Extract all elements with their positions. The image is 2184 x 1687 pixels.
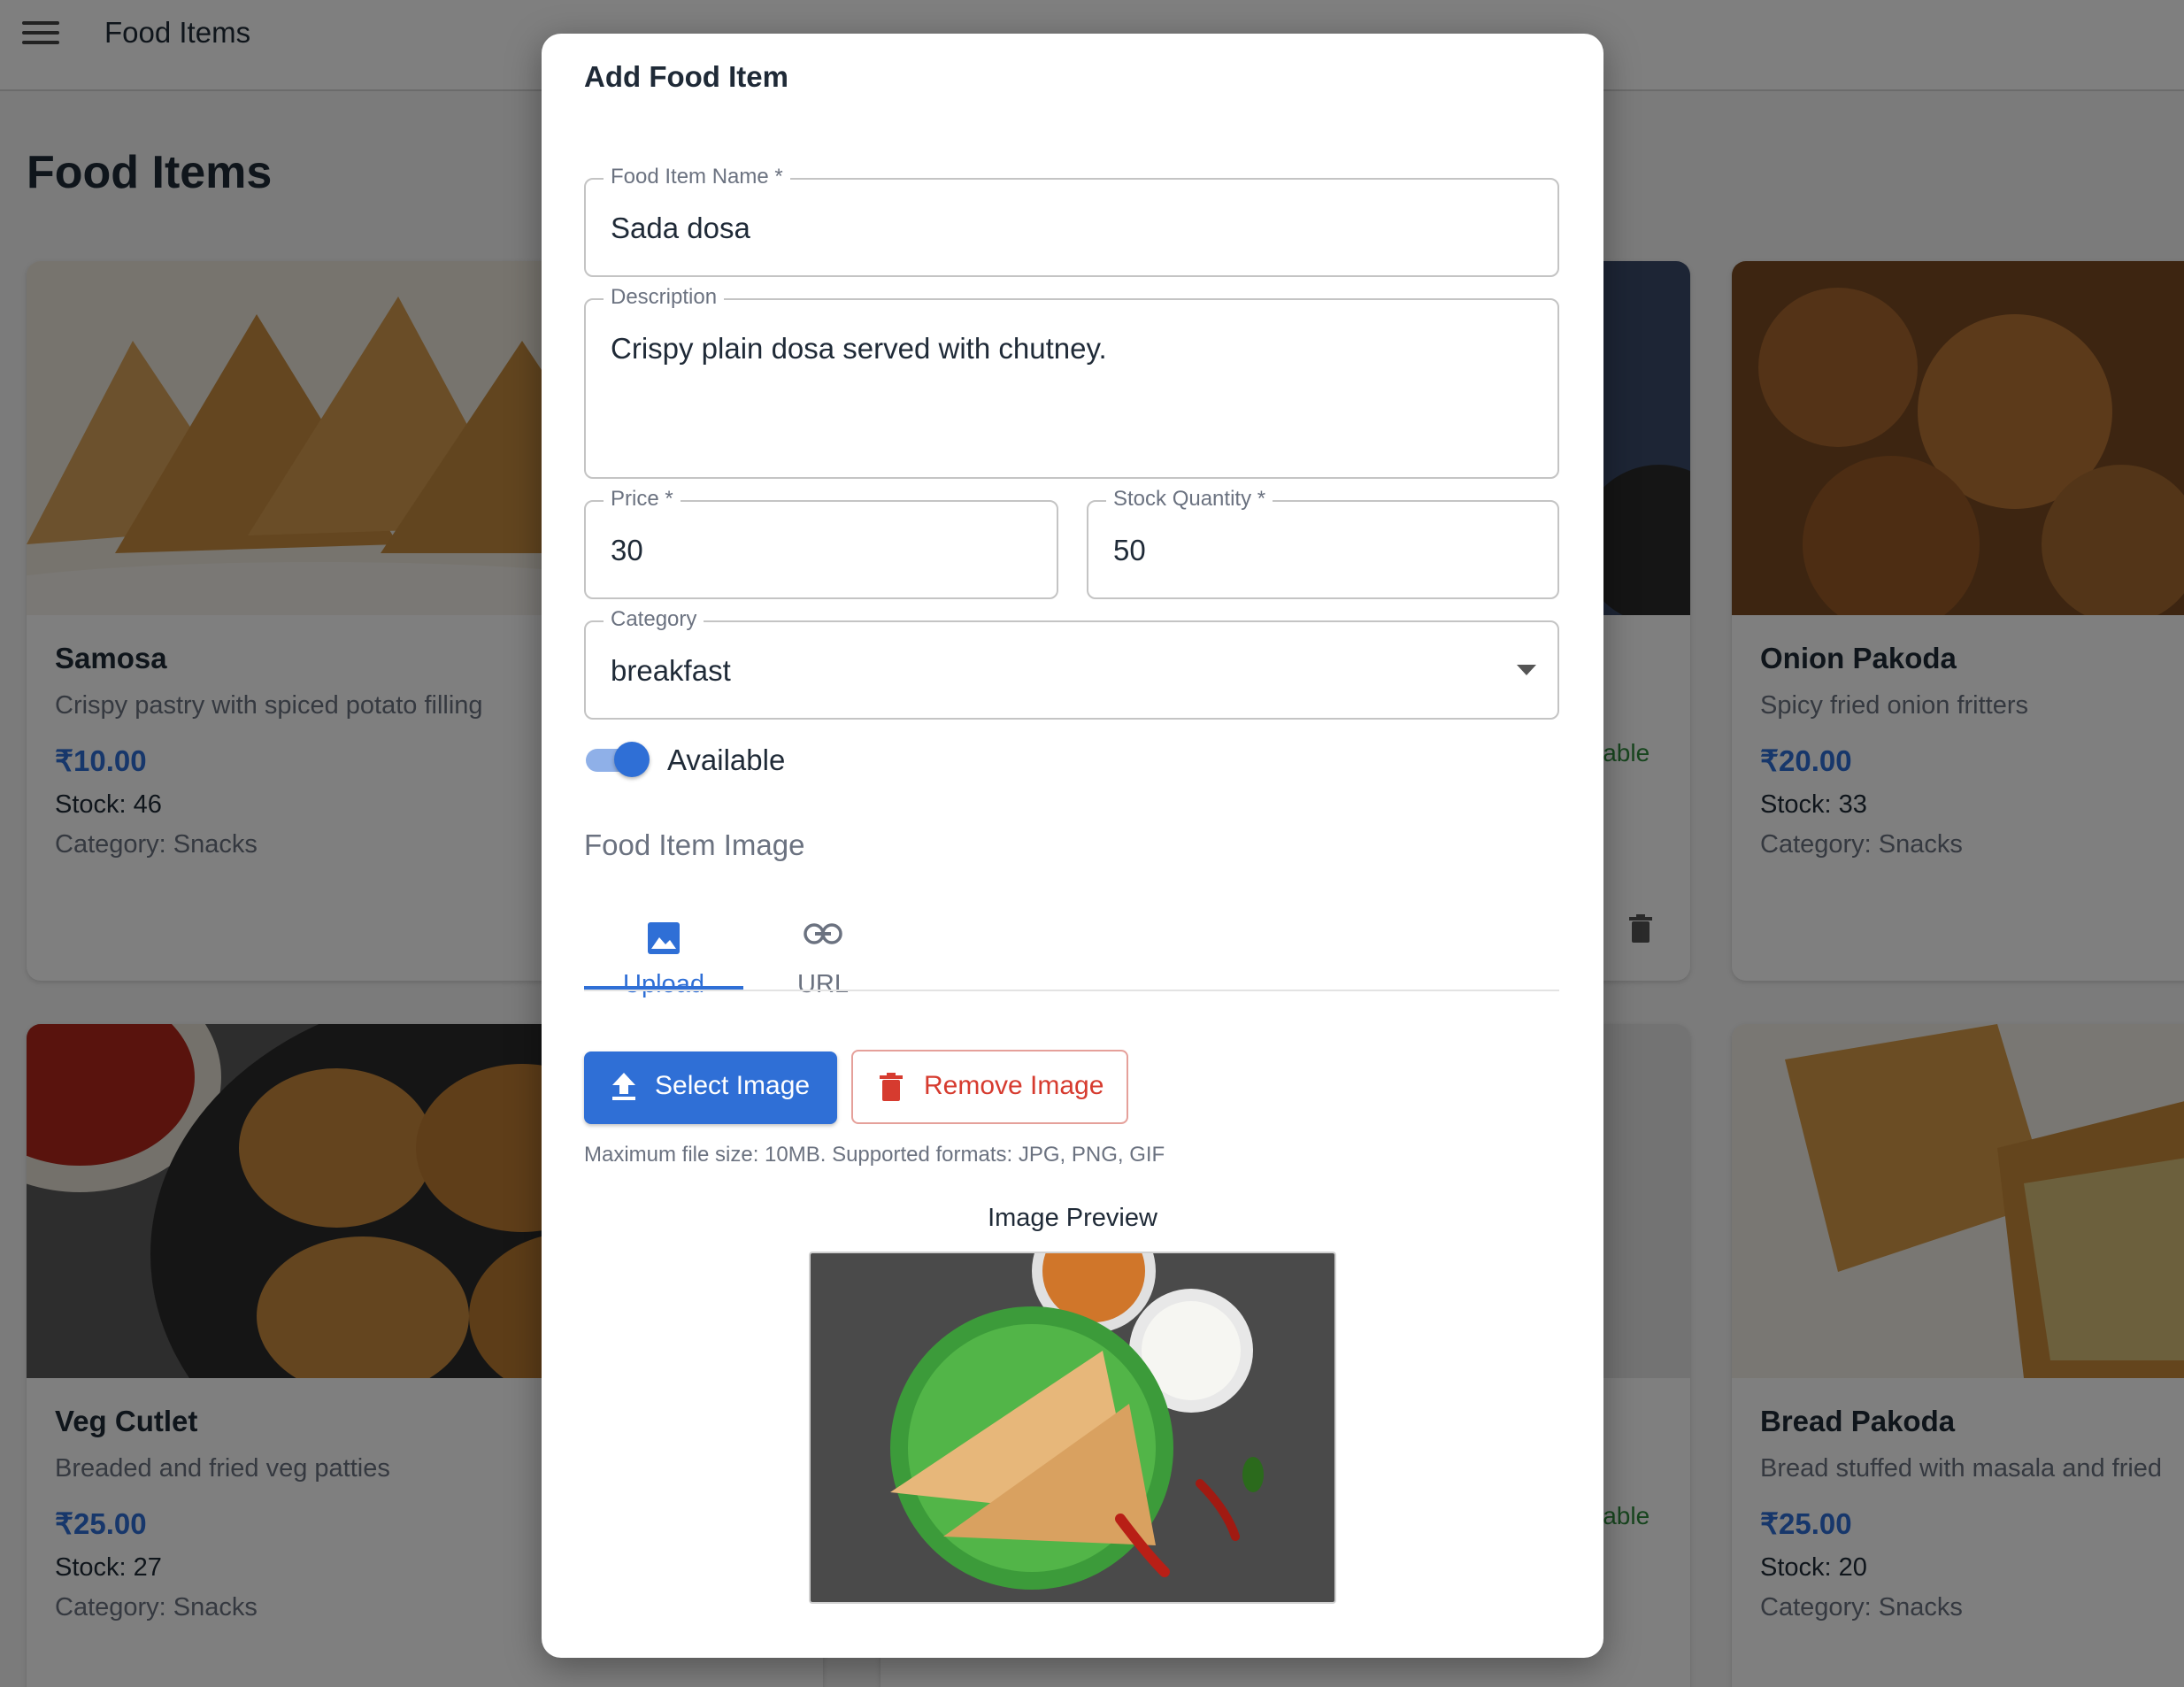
- available-toggle[interactable]: [584, 742, 651, 777]
- link-icon: [804, 923, 842, 944]
- upload-icon: [612, 1073, 635, 1100]
- tab-url[interactable]: URL: [743, 883, 903, 1023]
- remove-image-label: Remove Image: [924, 1071, 1104, 1100]
- remove-image-button[interactable]: Remove Image: [851, 1050, 1128, 1124]
- price-input[interactable]: 30: [611, 534, 643, 567]
- field-label: Category: [604, 607, 704, 632]
- dialog-title: Add Food Item: [584, 60, 788, 93]
- category-value: breakfast: [611, 654, 731, 687]
- chevron-down-icon: [1517, 665, 1536, 675]
- stock-quantity-field[interactable]: Stock Quantity * 50: [1087, 487, 1559, 599]
- available-label: Available: [667, 743, 786, 776]
- food-item-name-input[interactable]: Sada dosa: [611, 212, 750, 245]
- food-item-name-field[interactable]: Food Item Name * Sada dosa: [584, 165, 1559, 277]
- field-label: Price *: [604, 487, 681, 512]
- image-preview-title: Image Preview: [988, 1204, 1157, 1232]
- add-food-item-dialog: Add Food Item Food Item Name * Sada dosa…: [542, 34, 1603, 1658]
- image-icon: [648, 922, 680, 954]
- description-field[interactable]: Description Crispy plain dosa served wit…: [584, 285, 1559, 479]
- stock-quantity-input[interactable]: 50: [1113, 534, 1146, 567]
- tab-url-label: URL: [796, 970, 849, 998]
- select-image-button[interactable]: Select Image: [584, 1051, 837, 1124]
- category-select[interactable]: Category breakfast: [584, 607, 1559, 720]
- field-label: Stock Quantity *: [1106, 487, 1273, 512]
- price-field[interactable]: Price * 30: [584, 487, 1058, 599]
- field-label: Food Item Name *: [604, 165, 790, 189]
- select-image-label: Select Image: [655, 1071, 811, 1100]
- tab-upload-label: Upload: [623, 970, 704, 998]
- file-size-hint: Maximum file size: 10MB. Supported forma…: [584, 1143, 1165, 1167]
- image-section-label: Food Item Image: [584, 828, 805, 861]
- image-preview: [809, 1252, 1336, 1604]
- tabs-divider: [584, 990, 1559, 991]
- description-textarea[interactable]: Crispy plain dosa served with chutney.: [611, 332, 1107, 366]
- tab-upload[interactable]: Upload: [584, 883, 743, 1023]
- delete-icon: [880, 1073, 903, 1101]
- field-label: Description: [604, 285, 725, 310]
